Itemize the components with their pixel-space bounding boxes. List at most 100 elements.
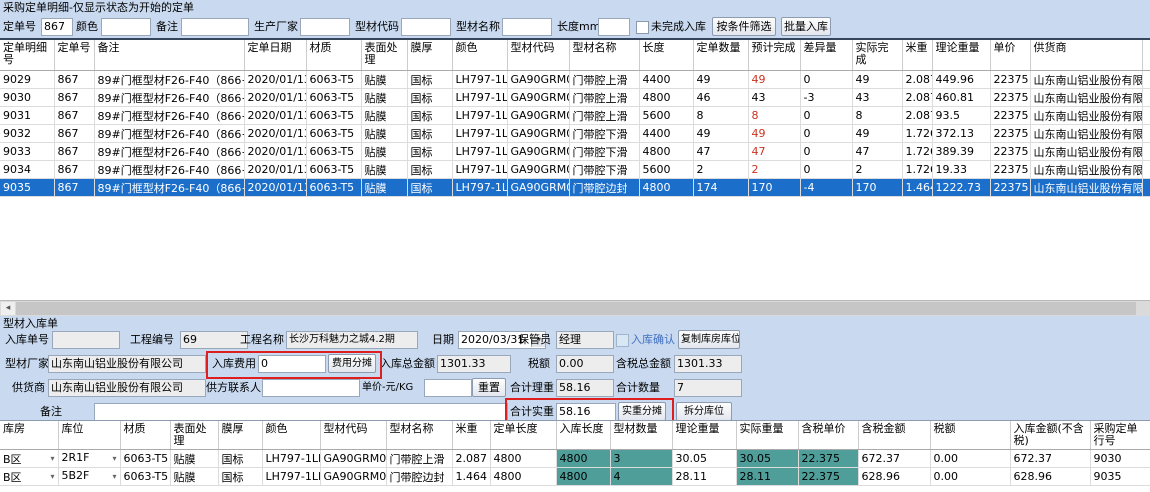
cell[interactable]: 2.087 bbox=[902, 71, 932, 89]
cell[interactable]: 89#门框型材F26-F40（866+867） bbox=[94, 125, 244, 143]
cell[interactable]: 9032 bbox=[0, 125, 54, 143]
cell[interactable]: GA90GRM05 bbox=[320, 468, 386, 486]
cell[interactable]: 5600 bbox=[639, 161, 693, 179]
cell[interactable]: -3 bbox=[800, 89, 852, 107]
cell[interactable]: 贴膜 bbox=[361, 179, 407, 197]
cell[interactable]: -4 bbox=[800, 179, 852, 197]
cell[interactable]: 22.375 bbox=[798, 468, 858, 486]
cell[interactable]: 贴膜 bbox=[170, 468, 218, 486]
cell[interactable]: 867 bbox=[54, 179, 94, 197]
cell[interactable]: GA90GRM03 bbox=[507, 107, 569, 125]
cell[interactable]: LH797-1LL0 bbox=[452, 161, 507, 179]
cell[interactable]: 9034 bbox=[0, 161, 54, 179]
cell[interactable]: 49 bbox=[693, 71, 748, 89]
cell[interactable]: 2.087 bbox=[902, 89, 932, 107]
cell[interactable]: 2020/01/13 bbox=[244, 143, 306, 161]
cell[interactable]: 867 bbox=[54, 161, 94, 179]
cell[interactable]: 174 bbox=[693, 179, 748, 197]
cell[interactable]: GA90GRM04 bbox=[507, 125, 569, 143]
cell[interactable]: 867 bbox=[54, 143, 94, 161]
cell[interactable]: 30.05 bbox=[672, 450, 736, 468]
contact-input[interactable] bbox=[262, 379, 360, 397]
cell[interactable]: 2020/01/13 bbox=[244, 89, 306, 107]
cell[interactable]: 43 bbox=[852, 89, 902, 107]
cell[interactable]: 山东南山铝业股份有限公司 bbox=[1030, 179, 1142, 197]
cell[interactable]: 5600 bbox=[639, 107, 693, 125]
combo-cell[interactable]: B区▾ bbox=[0, 468, 58, 486]
cell[interactable]: 2020/01/13 bbox=[244, 125, 306, 143]
cell[interactable]: 89#门框型材F26-F40（866+867） bbox=[94, 71, 244, 89]
cell[interactable]: 22375 bbox=[990, 179, 1030, 197]
cell[interactable]: 2.087 bbox=[902, 107, 932, 125]
dropdown-icon[interactable]: ▾ bbox=[112, 451, 116, 467]
cell[interactable]: 170 bbox=[852, 179, 902, 197]
cell[interactable]: 门带腔上滑 bbox=[569, 107, 639, 125]
cell[interactable]: LH797-1LL0 bbox=[452, 143, 507, 161]
unfinished-checkbox[interactable] bbox=[636, 21, 649, 34]
cell[interactable]: 0 bbox=[800, 125, 852, 143]
weight-share-button[interactable]: 实重分摊 bbox=[618, 402, 666, 421]
combo-cell[interactable]: 2R1F▾ bbox=[58, 450, 120, 468]
cell[interactable]: 国标 bbox=[407, 179, 452, 197]
cell[interactable]: 1.464 bbox=[902, 179, 932, 197]
cell[interactable]: 9035 bbox=[1090, 468, 1150, 486]
batch-inbound-button[interactable]: 批量入库 bbox=[781, 17, 831, 36]
cell[interactable]: 贴膜 bbox=[361, 161, 407, 179]
cell[interactable]: 门带腔上滑 bbox=[569, 89, 639, 107]
cell[interactable]: 门带腔下滑 bbox=[569, 161, 639, 179]
cell[interactable]: LH797-1LL0 bbox=[452, 107, 507, 125]
cell[interactable]: 22375 bbox=[990, 161, 1030, 179]
cell[interactable]: 89#门框型材F26-F40（866+867） bbox=[94, 179, 244, 197]
combo-cell[interactable]: B区▾ bbox=[0, 450, 58, 468]
reset-button[interactable]: 重置 bbox=[472, 378, 506, 397]
cell[interactable]: GA90GRM05 bbox=[507, 179, 569, 197]
cell[interactable]: 4400 bbox=[639, 125, 693, 143]
cell[interactable]: 89#门框型材F26-F40（866+867） bbox=[94, 161, 244, 179]
cell[interactable]: 1.726 bbox=[902, 125, 932, 143]
cell[interactable]: 170 bbox=[748, 179, 800, 197]
cell[interactable]: 28.11 bbox=[672, 468, 736, 486]
cell[interactable]: 国标 bbox=[407, 89, 452, 107]
cell[interactable]: 0.00 bbox=[930, 468, 1010, 486]
cell[interactable]: 门带腔边封 bbox=[386, 468, 452, 486]
copy-location-button[interactable]: 复制库房库位 bbox=[678, 330, 740, 349]
cell[interactable]: 2020/01/13 bbox=[244, 107, 306, 125]
cell[interactable]: 47 bbox=[693, 143, 748, 161]
cell[interactable]: 0 bbox=[800, 143, 852, 161]
cell[interactable]: 1.726 bbox=[902, 143, 932, 161]
cell[interactable]: 6063-T5 bbox=[306, 143, 361, 161]
cell[interactable]: 867 bbox=[54, 107, 94, 125]
color-filter-input[interactable] bbox=[101, 18, 151, 36]
cell[interactable]: 6063-T5 bbox=[306, 179, 361, 197]
cell[interactable]: 0 bbox=[800, 161, 852, 179]
remark-filter-input[interactable] bbox=[181, 18, 249, 36]
profile-code-filter-input[interactable] bbox=[401, 18, 451, 36]
order-no-input[interactable] bbox=[41, 18, 73, 36]
cell[interactable]: 山东南山铝业股份有限公司 bbox=[1030, 161, 1142, 179]
cell[interactable]: 22375 bbox=[990, 89, 1030, 107]
cell[interactable]: 门带腔上滑 bbox=[569, 71, 639, 89]
cell[interactable]: 6063-T5 bbox=[306, 89, 361, 107]
cell[interactable]: 9031 bbox=[0, 107, 54, 125]
cell[interactable]: GA90GRM04 bbox=[507, 143, 569, 161]
cell[interactable]: 1.726 bbox=[902, 161, 932, 179]
cell[interactable]: 49 bbox=[852, 125, 902, 143]
cell[interactable]: 89#门框型材F26-F40（866+867） bbox=[94, 143, 244, 161]
cell[interactable]: 4800 bbox=[490, 450, 556, 468]
cell[interactable]: 贴膜 bbox=[361, 107, 407, 125]
cell[interactable]: 门带腔边封 bbox=[569, 179, 639, 197]
fee-share-button[interactable]: 费用分摊 bbox=[328, 354, 376, 373]
profile-name-filter-input[interactable] bbox=[502, 18, 552, 36]
cell[interactable]: LH797-1LL0 bbox=[452, 89, 507, 107]
cell[interactable]: LH797-1LL0 bbox=[452, 71, 507, 89]
cell[interactable] bbox=[1142, 107, 1150, 125]
cell[interactable]: 山东南山铝业股份有限公司 bbox=[1030, 71, 1142, 89]
cell[interactable]: 4800 bbox=[490, 468, 556, 486]
cell[interactable]: 4 bbox=[610, 468, 672, 486]
cell[interactable] bbox=[1142, 179, 1150, 197]
cell[interactable]: 2.087 bbox=[452, 450, 490, 468]
cell[interactable]: 6063-T5 bbox=[120, 468, 170, 486]
cell[interactable]: 389.39 bbox=[932, 143, 990, 161]
cell[interactable]: 2020/01/13 bbox=[244, 71, 306, 89]
cell[interactable]: 国标 bbox=[407, 143, 452, 161]
